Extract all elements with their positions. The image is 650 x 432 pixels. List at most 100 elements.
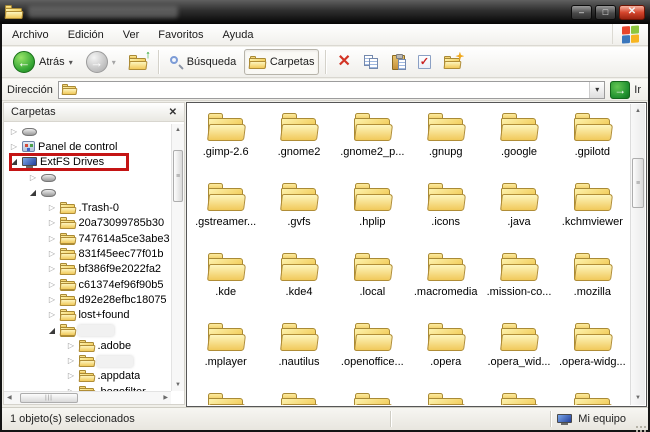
title-bar[interactable]: – □ ✕ xyxy=(0,0,650,24)
panel-close-icon[interactable]: ✕ xyxy=(169,107,177,118)
menu-ver[interactable]: Ver xyxy=(123,29,140,41)
tree-item-c61374ef96f90b5[interactable]: ▷ c61374ef96f90b5 xyxy=(4,277,171,292)
tree-item-lost-found[interactable]: ▷ lost+found xyxy=(4,308,171,323)
menu-ayuda[interactable]: Ayuda xyxy=(223,29,254,41)
file-item--gnupg[interactable]: .gnupg xyxy=(409,105,482,175)
tree-expander-icon[interactable]: ▷ xyxy=(66,341,76,350)
tree-expander-icon[interactable]: ▷ xyxy=(28,173,38,182)
scroll-up-icon[interactable]: ▲ xyxy=(635,108,641,114)
file-item--opera-widg-[interactable]: .opera-widg... xyxy=(556,315,629,385)
new-folder-button[interactable] xyxy=(439,49,466,75)
tree-expander-icon[interactable]: ▷ xyxy=(47,219,57,227)
tree-expander-icon[interactable]: ▷ xyxy=(47,311,57,319)
forward-dropdown-icon[interactable]: ▾ xyxy=(112,58,116,67)
tree-vscroll-thumb[interactable]: ≡ xyxy=(173,150,183,202)
tree-item[interactable]: ▷ xyxy=(4,353,171,368)
menu-archivo[interactable]: Archivo xyxy=(12,29,49,41)
file-item[interactable] xyxy=(262,385,335,405)
tree-item--trash-0[interactable]: ▷ .Trash-0 xyxy=(4,200,171,215)
scroll-up-icon[interactable]: ▲ xyxy=(175,127,181,133)
content-vscroll-thumb[interactable]: ≡ xyxy=(632,158,644,208)
file-item--gvfs[interactable]: .gvfs xyxy=(262,175,335,245)
go-button[interactable]: → Ir xyxy=(610,80,643,99)
scroll-right-icon[interactable]: ▶ xyxy=(163,395,168,401)
address-input[interactable]: ▾ xyxy=(57,80,606,99)
tree-expander-icon[interactable]: ▷ xyxy=(47,250,57,258)
minimize-button[interactable]: – xyxy=(571,4,592,20)
file-item--google[interactable]: .google xyxy=(482,105,555,175)
file-item[interactable] xyxy=(409,385,482,405)
tree-item-20a73099785b30[interactable]: ▷ 20a73099785b30 xyxy=(4,216,171,231)
file-item[interactable] xyxy=(556,385,629,405)
file-item--gpilotd[interactable]: .gpilotd xyxy=(556,105,629,175)
file-item--java[interactable]: .java xyxy=(482,175,555,245)
file-item--mission-co-[interactable]: .mission-co... xyxy=(482,245,555,315)
file-item--macromedia[interactable]: .macromedia xyxy=(409,245,482,315)
tree-item-831f45eec77f01b[interactable]: ▷ 831f45eec77f01b xyxy=(4,246,171,261)
tree-item[interactable]: ◢ xyxy=(4,185,171,200)
file-item[interactable] xyxy=(189,385,262,405)
tree-item--adobe[interactable]: ▷ .adobe xyxy=(4,338,171,353)
tree-hscroll-thumb[interactable]: ||| xyxy=(20,393,78,403)
file-item--gnome2-p-[interactable]: .gnome2_p... xyxy=(336,105,409,175)
file-item--opera[interactable]: .opera xyxy=(409,315,482,385)
copy-button[interactable] xyxy=(359,49,384,75)
tree-item[interactable]: ▷ xyxy=(4,124,171,139)
file-item--nautilus[interactable]: .nautilus xyxy=(262,315,335,385)
tree-item--appdata[interactable]: ▷ .appdata xyxy=(4,369,171,384)
file-item--gimp-2-6[interactable]: .gimp-2.6 xyxy=(189,105,262,175)
tree-item-bf386f9e2022fa2[interactable]: ▷ bf386f9e2022fa2 xyxy=(4,262,171,277)
file-item--gnome2[interactable]: .gnome2 xyxy=(262,105,335,175)
menu-favoritos[interactable]: Favoritos xyxy=(158,29,203,41)
tree-expander-icon[interactable]: ▷ xyxy=(47,234,57,243)
up-button[interactable]: ↑ xyxy=(124,49,152,75)
file-item[interactable] xyxy=(482,385,555,405)
scroll-left-icon[interactable]: ◀ xyxy=(7,395,12,401)
file-item--kchmviewer[interactable]: .kchmviewer xyxy=(556,175,629,245)
file-item--opera-wid-[interactable]: .opera_wid... xyxy=(482,315,555,385)
tree-expander-icon[interactable]: ◢ xyxy=(47,326,57,335)
tree-item-747614a5ce3abe3[interactable]: ▷ 747614a5ce3abe3 xyxy=(4,231,171,246)
close-button[interactable]: ✕ xyxy=(619,4,645,20)
scroll-down-icon[interactable]: ▼ xyxy=(635,395,641,401)
delete-button[interactable]: ✕ xyxy=(332,49,355,75)
tree-horizontal-scrollbar[interactable]: ◀ ||| ▶ xyxy=(4,391,171,404)
file-item--hplip[interactable]: .hplip xyxy=(336,175,409,245)
menu-edición[interactable]: Edición xyxy=(68,29,104,41)
file-item--mozilla[interactable]: .mozilla xyxy=(556,245,629,315)
maximize-button[interactable]: □ xyxy=(595,4,616,20)
tree-expander-icon[interactable]: ▷ xyxy=(9,127,19,136)
tree-expander-icon[interactable]: ▷ xyxy=(47,265,57,273)
tree-expander-icon[interactable]: ▷ xyxy=(47,280,57,289)
forward-button[interactable]: → ▾ xyxy=(81,49,121,75)
validate-button[interactable]: ✓ xyxy=(413,49,436,75)
tree-item-extfs-drives[interactable]: ◢ ExtFS Drives xyxy=(4,152,171,171)
file-item--icons[interactable]: .icons xyxy=(409,175,482,245)
file-item[interactable] xyxy=(336,385,409,405)
content-vertical-scrollbar[interactable]: ▲ ≡ ▼ xyxy=(630,104,645,405)
paste-button[interactable] xyxy=(387,49,410,75)
tree-expander-icon[interactable]: ▷ xyxy=(47,295,57,304)
resize-grip[interactable] xyxy=(636,418,646,428)
search-button[interactable]: Búsqueda xyxy=(165,49,242,75)
tree-expander-icon[interactable]: ▷ xyxy=(66,372,76,380)
file-item--local[interactable]: .local xyxy=(336,245,409,315)
tree-vertical-scrollbar[interactable]: ▲ ≡ ▼ xyxy=(171,124,184,391)
file-item--openoffice-[interactable]: .openoffice... xyxy=(336,315,409,385)
tree-item[interactable]: ◢ xyxy=(4,323,171,338)
folders-button[interactable]: Carpetas xyxy=(244,49,320,75)
tree-expander-icon[interactable]: ▷ xyxy=(66,357,76,365)
tree-expander-icon[interactable]: ◢ xyxy=(28,188,38,197)
file-item--gstreamer-[interactable]: .gstreamer... xyxy=(189,175,262,245)
tree-expander-icon[interactable]: ▷ xyxy=(47,204,57,212)
file-item--mplayer[interactable]: .mplayer xyxy=(189,315,262,385)
back-button[interactable]: ← Atrás ▾ xyxy=(8,49,78,75)
tree-item--bogofilter[interactable]: ▷.bogofilter xyxy=(4,384,171,391)
tree-item-d92e28efbc18075[interactable]: ▷ d92e28efbc18075 xyxy=(4,292,171,307)
scroll-down-icon[interactable]: ▼ xyxy=(175,382,181,388)
tree-expander-icon[interactable]: ▷ xyxy=(9,142,19,151)
tree-item[interactable]: ▷ xyxy=(4,170,171,185)
file-item--kde4[interactable]: .kde4 xyxy=(262,245,335,315)
back-dropdown-icon[interactable]: ▾ xyxy=(69,58,73,67)
address-dropdown-icon[interactable]: ▾ xyxy=(589,81,605,98)
